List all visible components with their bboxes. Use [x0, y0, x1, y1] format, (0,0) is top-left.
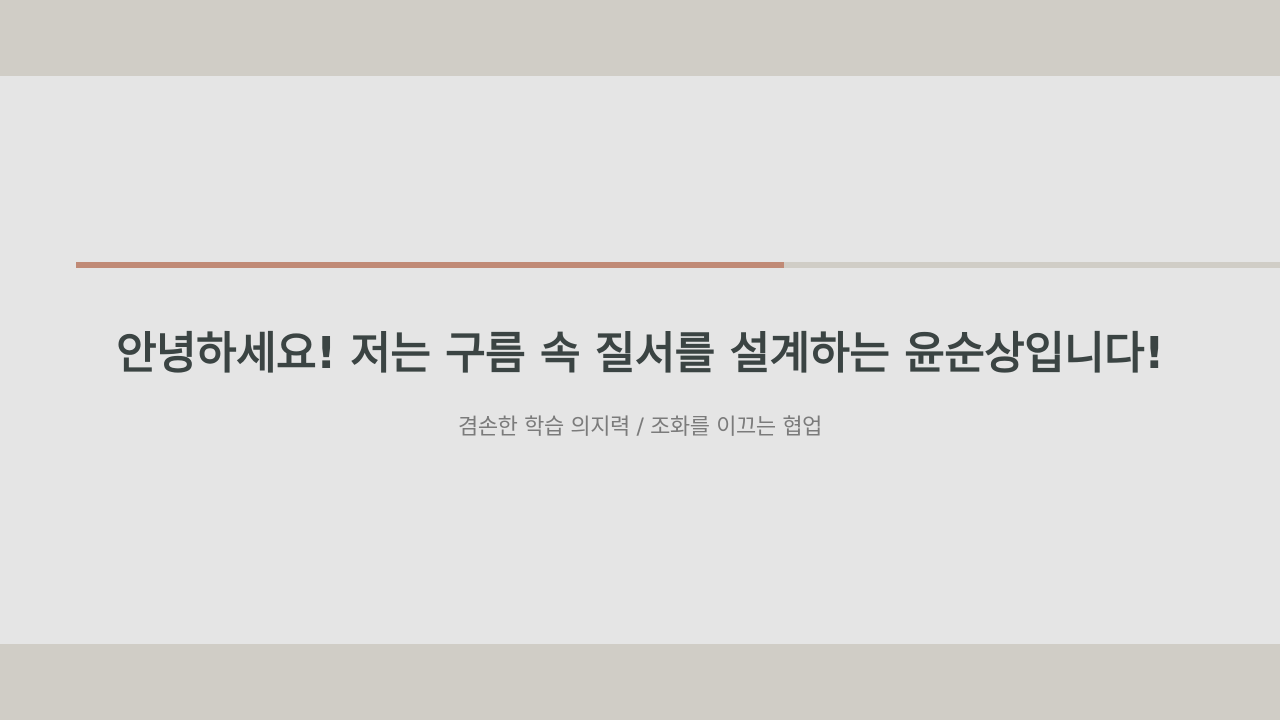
divider-rule — [76, 262, 1280, 268]
title-slide: 안녕하세요! 저는 구름 속 질서를 설계하는 윤순상입니다! 겸손한 학습 의… — [0, 76, 1280, 644]
slide-title: 안녕하세요! 저는 구름 속 질서를 설계하는 윤순상입니다! — [116, 328, 1164, 379]
top-frame-band — [0, 0, 1280, 76]
divider-accent — [76, 262, 784, 268]
slide-subtitle: 겸손한 학습 의지력 / 조화를 이끄는 협업 — [457, 415, 822, 440]
bottom-frame-band — [0, 644, 1280, 720]
